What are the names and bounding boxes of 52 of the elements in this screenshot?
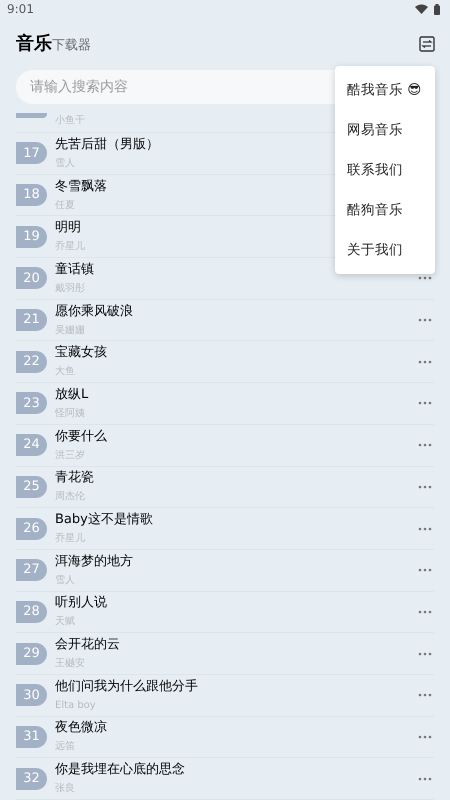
more-icon[interactable] <box>418 568 432 572</box>
song-title: Baby这不是情歌 <box>55 511 153 530</box>
more-icon[interactable] <box>418 734 432 739</box>
song-title: 宝藏女孩 <box>55 344 107 362</box>
number-badge <box>16 113 47 118</box>
number-badge: 18 <box>16 184 47 206</box>
more-icon[interactable] <box>418 526 432 531</box>
more-icon[interactable] <box>418 401 432 406</box>
more-icon[interactable] <box>418 484 432 489</box>
more-icon[interactable] <box>418 776 432 781</box>
number-badge: 27 <box>16 559 47 582</box>
number-badge: 29 <box>16 642 47 665</box>
song-title: 放纵L <box>55 386 88 404</box>
song-title: 明明 <box>55 219 81 238</box>
song-title: 洱海梦的地方 <box>55 552 133 571</box>
number-badge: 28 <box>16 600 47 623</box>
more-icon[interactable] <box>418 610 432 614</box>
status-time: 9:01 <box>7 1 34 18</box>
song-title: 愿你乘风破浪 <box>55 302 133 321</box>
wifi-icon <box>415 4 428 14</box>
more-icon[interactable] <box>418 276 432 280</box>
song-title: 童话镇 <box>55 260 94 279</box>
number-badge: 31 <box>16 726 47 748</box>
song-title: 冬雪飘落 <box>55 178 107 196</box>
switch-icon[interactable] <box>419 36 435 52</box>
number-badge: 26 <box>16 518 47 540</box>
app-title: 音乐 <box>16 32 52 56</box>
battery-icon <box>434 4 440 15</box>
more-icon[interactable] <box>418 360 432 364</box>
app-subtitle: 下载器 <box>52 37 91 56</box>
more-icon[interactable] <box>418 652 432 656</box>
song-title: 青花瓷 <box>55 469 94 488</box>
number-badge: 23 <box>16 392 47 414</box>
song-title: 你是我埋在心底的思念 <box>55 761 185 780</box>
more-icon[interactable] <box>418 443 432 448</box>
number-badge: 22 <box>16 350 47 373</box>
number-badge: 25 <box>16 476 47 498</box>
song-title: 先苦后甜（男版） <box>55 136 159 154</box>
number-badge: 32 <box>16 768 47 790</box>
number-badge: 17 <box>16 142 47 164</box>
song-title: 他们问我为什么跟他分手 <box>55 678 198 696</box>
song-title: 夜色微凉 <box>55 719 107 738</box>
number-badge: 20 <box>16 267 47 290</box>
more-icon[interactable] <box>418 693 432 698</box>
number-badge: 24 <box>16 434 47 456</box>
song-title: 会开花的云 <box>55 636 120 654</box>
number-badge: 19 <box>16 226 47 248</box>
song-title: 你要什么 <box>55 428 107 446</box>
song-title: 听别人说 <box>55 594 107 612</box>
more-icon[interactable] <box>418 318 432 322</box>
number-badge: 21 <box>16 309 47 332</box>
number-badge: 30 <box>16 684 47 706</box>
